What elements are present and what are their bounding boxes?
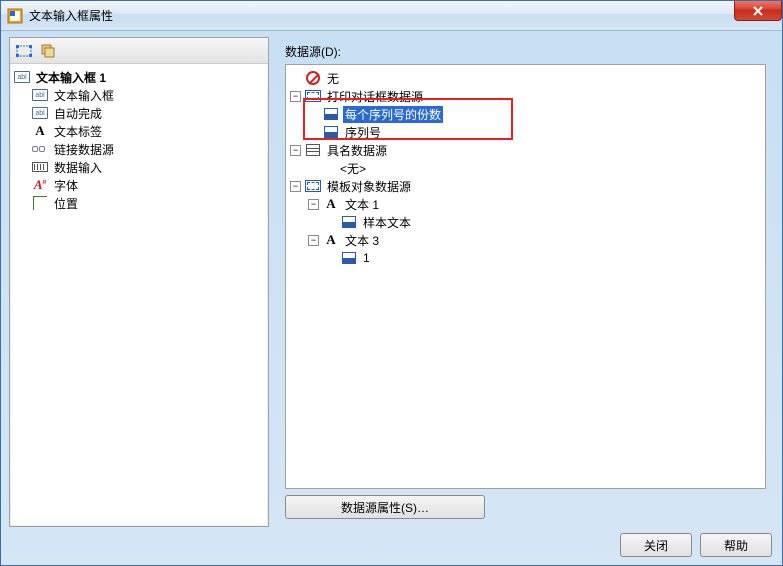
tree-item-textbox[interactable]: abl 文本输入框 [30,86,266,104]
field-icon [341,250,357,266]
collapse-icon[interactable]: − [308,235,319,246]
left-panel: abl 文本输入框 1 abl 文本输入框 abl 自动完成 [9,37,269,527]
tree-item-textlabel[interactable]: A 文本标签 [30,122,266,140]
close-dialog-button[interactable]: 关闭 [620,533,692,557]
ds-none[interactable]: 无 [288,69,763,87]
abl-icon: abl [32,87,48,103]
ds-copies-per-serial[interactable]: 每个序列号的份数 [306,105,763,123]
right-panel: 数据源(D): 无 − 打印对话框数据源 [277,37,774,527]
close-button[interactable] [734,1,782,21]
app-icon [7,8,23,24]
tree-root[interactable]: abl 文本输入框 1 [12,68,266,86]
link-icon [32,141,48,157]
footer-buttons: 关闭 帮助 [620,533,772,557]
close-icon [752,6,764,16]
ds-text-3-value[interactable]: 1 [324,249,763,267]
ds-named-none[interactable]: <无> [306,159,763,177]
group-icon [305,142,321,158]
ds-text-1[interactable]: − A 文本 1 [306,195,763,213]
left-toolbar [10,38,268,64]
letter-a-icon: A [323,232,339,248]
abl-icon: abl [32,105,48,121]
letter-a-icon: A [32,123,48,139]
field-icon [323,124,339,140]
tree-item-autocomplete[interactable]: abl 自动完成 [30,104,266,122]
help-button[interactable]: 帮助 [700,533,772,557]
tree-root-label: 文本输入框 1 [34,69,108,86]
field-icon [323,106,339,122]
collapse-icon[interactable]: − [290,181,301,192]
letter-a-icon: A [323,196,339,212]
titlebar: 文本输入框属性 [1,1,782,31]
left-tree[interactable]: abl 文本输入框 1 abl 文本输入框 abl 自动完成 [10,64,268,526]
datasource-tree[interactable]: 无 − 打印对话框数据源 每个序列号的份数 [285,64,766,489]
toolbar-select-icon[interactable] [14,41,34,61]
ds-template-objects[interactable]: − 模板对象数据源 [288,177,763,195]
tree-item-position[interactable]: 位置 [30,194,266,212]
window-title: 文本输入框属性 [29,7,113,24]
template-icon [305,88,321,104]
ds-serial[interactable]: 序列号 [306,123,763,141]
no-icon [305,70,321,86]
field-icon [341,214,357,230]
collapse-icon[interactable]: − [290,145,301,156]
toolbar-copy-icon[interactable] [38,41,58,61]
datasource-label: 数据源(D): [285,43,766,60]
font-icon: Aa [32,177,48,193]
position-icon [32,195,48,211]
ds-text-3[interactable]: − A 文本 3 [306,231,763,249]
ds-print-dialog[interactable]: − 打印对话框数据源 [288,87,763,105]
datasource-properties-button[interactable]: 数据源属性(S)… [285,495,485,519]
abl-icon: abl [14,69,30,85]
ds-named[interactable]: − 具名数据源 [288,141,763,159]
collapse-icon[interactable]: − [308,199,319,210]
collapse-icon[interactable]: − [290,91,301,102]
keyboard-icon [32,159,48,175]
tree-item-data-input[interactable]: 数据输入 [30,158,266,176]
tree-item-link-datasource[interactable]: 链接数据源 [30,140,266,158]
template-icon [305,178,321,194]
tree-item-font[interactable]: Aa 字体 [30,176,266,194]
ds-text-1-value[interactable]: 样本文本 [324,213,763,231]
